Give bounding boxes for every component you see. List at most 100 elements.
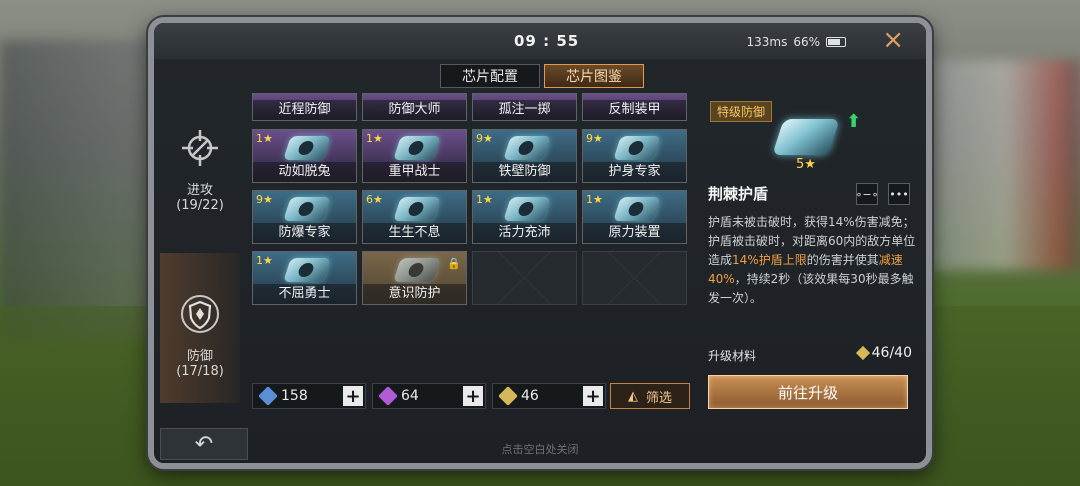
- chip-card[interactable]: 1★ 活力充沛: [472, 190, 577, 244]
- shield-icon: [177, 291, 223, 337]
- chip-gem-icon: [393, 197, 441, 221]
- rank-badge: 特级防御: [710, 101, 773, 122]
- chip-level: 9★: [476, 132, 493, 145]
- material-label: 升级材料: [708, 349, 757, 363]
- clock: 09 : 55: [514, 32, 580, 50]
- chip-gem-icon: [393, 136, 441, 160]
- material-value: 46/40: [871, 345, 912, 361]
- chip-gem-icon: [503, 136, 551, 160]
- chip-stars: 5★: [796, 157, 816, 172]
- category-defense-count: (17/18): [176, 364, 224, 379]
- category-defense-label: 防御: [186, 349, 213, 364]
- chip-name: 反制装甲: [583, 100, 686, 120]
- chip-level: 1★: [586, 193, 603, 206]
- chip-card[interactable]: 9★ 铁壁防御: [472, 129, 577, 183]
- chip-level: 1★: [256, 254, 273, 267]
- lock-icon: 🔒: [447, 257, 461, 270]
- chip-card[interactable]: 1★ 不屈勇士: [252, 251, 357, 305]
- chip-name: 铁壁防御: [473, 162, 576, 182]
- tab-chip-codex[interactable]: 芯片图鉴: [544, 64, 644, 88]
- filter-button[interactable]: ◭ 筛选: [610, 383, 690, 409]
- chip-large-icon: [772, 119, 840, 155]
- chip-card[interactable]: 9★ 护身专家: [582, 129, 687, 183]
- filter-icon: ◭: [627, 388, 638, 404]
- chip-name: 意识防护: [363, 284, 466, 304]
- chip-name: 重甲战士: [363, 162, 466, 182]
- background-scenery-left: [0, 40, 170, 340]
- tab-bar: 芯片配置 芯片图鉴: [440, 64, 644, 88]
- chip-gem-icon: [613, 136, 661, 160]
- chip-detail-panel: 特级防御 ⬆ 5★ 荆棘护盾 ∘−∘ ••• 护盾未被击破时，获得14%伤害减免…: [706, 95, 916, 415]
- chip-level: 9★: [256, 193, 273, 206]
- chip-panel-window: 09 : 55 133ms 66% × 芯片配置 芯片图鉴 进攻 (19/22)…: [148, 17, 932, 469]
- chip-card[interactable]: 防御大师: [362, 93, 467, 121]
- chip-name: 护身专家: [583, 162, 686, 182]
- add-gold-button[interactable]: +: [583, 386, 603, 407]
- gold-crystal-icon: [855, 345, 870, 361]
- chip-name: 近程防御: [253, 100, 356, 120]
- category-attack-count: (19/22): [176, 198, 224, 213]
- chip-gem-icon: [283, 197, 331, 221]
- battery-icon: [826, 37, 846, 47]
- chip-card[interactable]: 1★ 重甲战士: [362, 129, 467, 183]
- battery-text: 66%: [793, 35, 820, 49]
- add-blue-button[interactable]: +: [343, 386, 363, 407]
- chip-name: 防御大师: [363, 100, 466, 120]
- status-bar: 09 : 55 133ms 66% ×: [154, 23, 926, 59]
- chip-name: 不屈勇士: [253, 284, 356, 304]
- chip-card[interactable]: 1★ 原力装置: [582, 190, 687, 244]
- chip-card[interactable]: 孤注一掷: [472, 93, 577, 121]
- upgrade-arrow-icon: ⬆: [846, 111, 862, 132]
- resource-value: 46: [521, 388, 539, 404]
- chip-gem-icon: [613, 197, 661, 221]
- add-purple-button[interactable]: +: [463, 386, 483, 407]
- chip-level: 1★: [476, 193, 493, 206]
- chip-name: 孤注一掷: [473, 100, 576, 120]
- crosshair-icon: [177, 125, 223, 171]
- desc-text: ，持续2秒（该效果每30秒最多触发一次）。: [708, 272, 914, 305]
- chip-card[interactable]: 6★ 生生不息: [362, 190, 467, 244]
- go-upgrade-button[interactable]: 前往升级: [708, 375, 908, 409]
- close-icon[interactable]: ×: [882, 27, 904, 53]
- resource-purple: 64 +: [372, 383, 486, 409]
- resource-gold: 46 +: [492, 383, 606, 409]
- chip-card-locked[interactable]: 🔒 意识防护: [362, 251, 467, 305]
- ping-text: 133ms: [746, 35, 788, 49]
- category-sidebar: 进攻 (19/22) 防御 (17/18): [160, 93, 240, 411]
- material-count: 46/40: [855, 345, 912, 361]
- gold-crystal-icon: [498, 386, 518, 406]
- chip-level: 1★: [366, 132, 383, 145]
- blue-crystal-icon: [258, 386, 278, 406]
- category-attack-label: 进攻: [186, 183, 213, 198]
- chip-name: 防爆专家: [253, 223, 356, 243]
- chip-title: 荆棘护盾: [708, 185, 769, 203]
- chip-description: 护盾未被击破时，获得14%伤害减免；护盾被击破时，对距离60内的敌方单位造成14…: [708, 213, 916, 308]
- panel-body: 09 : 55 133ms 66% × 芯片配置 芯片图鉴 进攻 (19/22)…: [154, 23, 926, 463]
- background-scenery-right: [930, 60, 1080, 270]
- chip-name: 原力装置: [583, 223, 686, 243]
- resource-blue: 158 +: [252, 383, 366, 409]
- category-defense[interactable]: 防御 (17/18): [160, 253, 240, 403]
- chip-level: 6★: [366, 193, 383, 206]
- chip-gem-icon: [283, 136, 331, 160]
- category-attack[interactable]: 进攻 (19/22): [160, 125, 240, 213]
- chip-name: 动如脱兔: [253, 162, 356, 182]
- empty-chip-slot: [472, 251, 577, 305]
- desc-text: 的伤害并使其: [806, 253, 879, 267]
- resource-value: 158: [281, 388, 308, 404]
- close-hint: 点击空白处关闭: [501, 443, 579, 456]
- share-button[interactable]: ∘−∘: [856, 183, 879, 205]
- chip-level: 1★: [256, 132, 273, 145]
- chip-card[interactable]: 近程防御: [252, 93, 357, 121]
- chip-card[interactable]: 反制装甲: [582, 93, 687, 121]
- chip-gem-icon: [283, 258, 331, 282]
- tab-chip-config[interactable]: 芯片配置: [440, 64, 540, 88]
- filter-label: 筛选: [645, 390, 672, 406]
- chip-card[interactable]: 1★ 动如脱兔: [252, 129, 357, 183]
- chip-gem-icon: [503, 197, 551, 221]
- chip-name: 生生不息: [363, 223, 466, 243]
- network-status: 133ms 66%: [746, 35, 846, 49]
- more-button[interactable]: •••: [888, 183, 910, 205]
- chip-name: 活力充沛: [473, 223, 576, 243]
- chip-card[interactable]: 9★ 防爆专家: [252, 190, 357, 244]
